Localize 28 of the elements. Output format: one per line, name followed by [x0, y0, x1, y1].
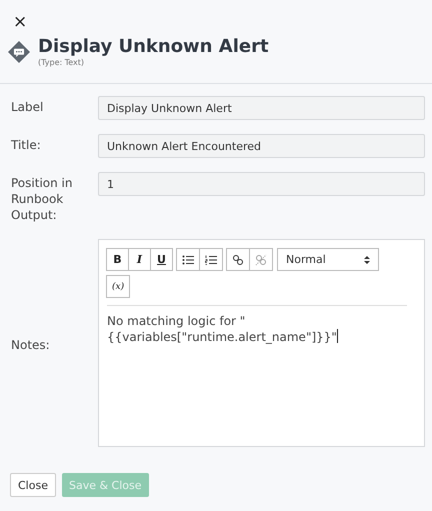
numbered-list-icon [205, 254, 217, 264]
numbers-button[interactable] [199, 248, 223, 271]
format-value: Normal [286, 253, 326, 266]
dialog-title: Display Unknown Alert [38, 36, 269, 58]
field-label: Label [11, 99, 44, 115]
format-button[interactable]: B [106, 248, 129, 271]
format-button[interactable]: I [128, 248, 151, 271]
bullets-button[interactable] [176, 248, 200, 271]
field-label: Notes: [11, 336, 51, 352]
input-field[interactable]: Unknown Alert Encountered [98, 134, 425, 158]
format-select[interactable]: Normal [277, 248, 379, 271]
link-button[interactable] [226, 248, 250, 271]
notes-editor[interactable]: B I U Normal (x) No matching logic for "{{variables["runtime.alert_name"]}}" [98, 239, 425, 447]
field-label: Title: [11, 137, 42, 153]
up-down-arrows-icon [364, 254, 370, 264]
link-icon [232, 254, 244, 266]
variable-button[interactable]: (x) [106, 275, 130, 298]
input-field[interactable]: Display Unknown Alert [98, 96, 425, 120]
type-label: (Type: Text) [38, 58, 86, 67]
format-button[interactable]: U [150, 248, 173, 271]
bullet-list-icon [182, 254, 194, 264]
close-icon[interactable]: × [13, 14, 28, 31]
input-field[interactable]: 1 [98, 172, 425, 196]
field-label: Position in Runbook Output: [11, 175, 74, 223]
broken-link-icon [255, 254, 267, 266]
chat-bubble-icon [8, 40, 30, 62]
close-button[interactable]: Close [10, 473, 56, 497]
notes-text: No matching logic for "{{variables["runtime.alert_name"]}}" [107, 305, 407, 345]
